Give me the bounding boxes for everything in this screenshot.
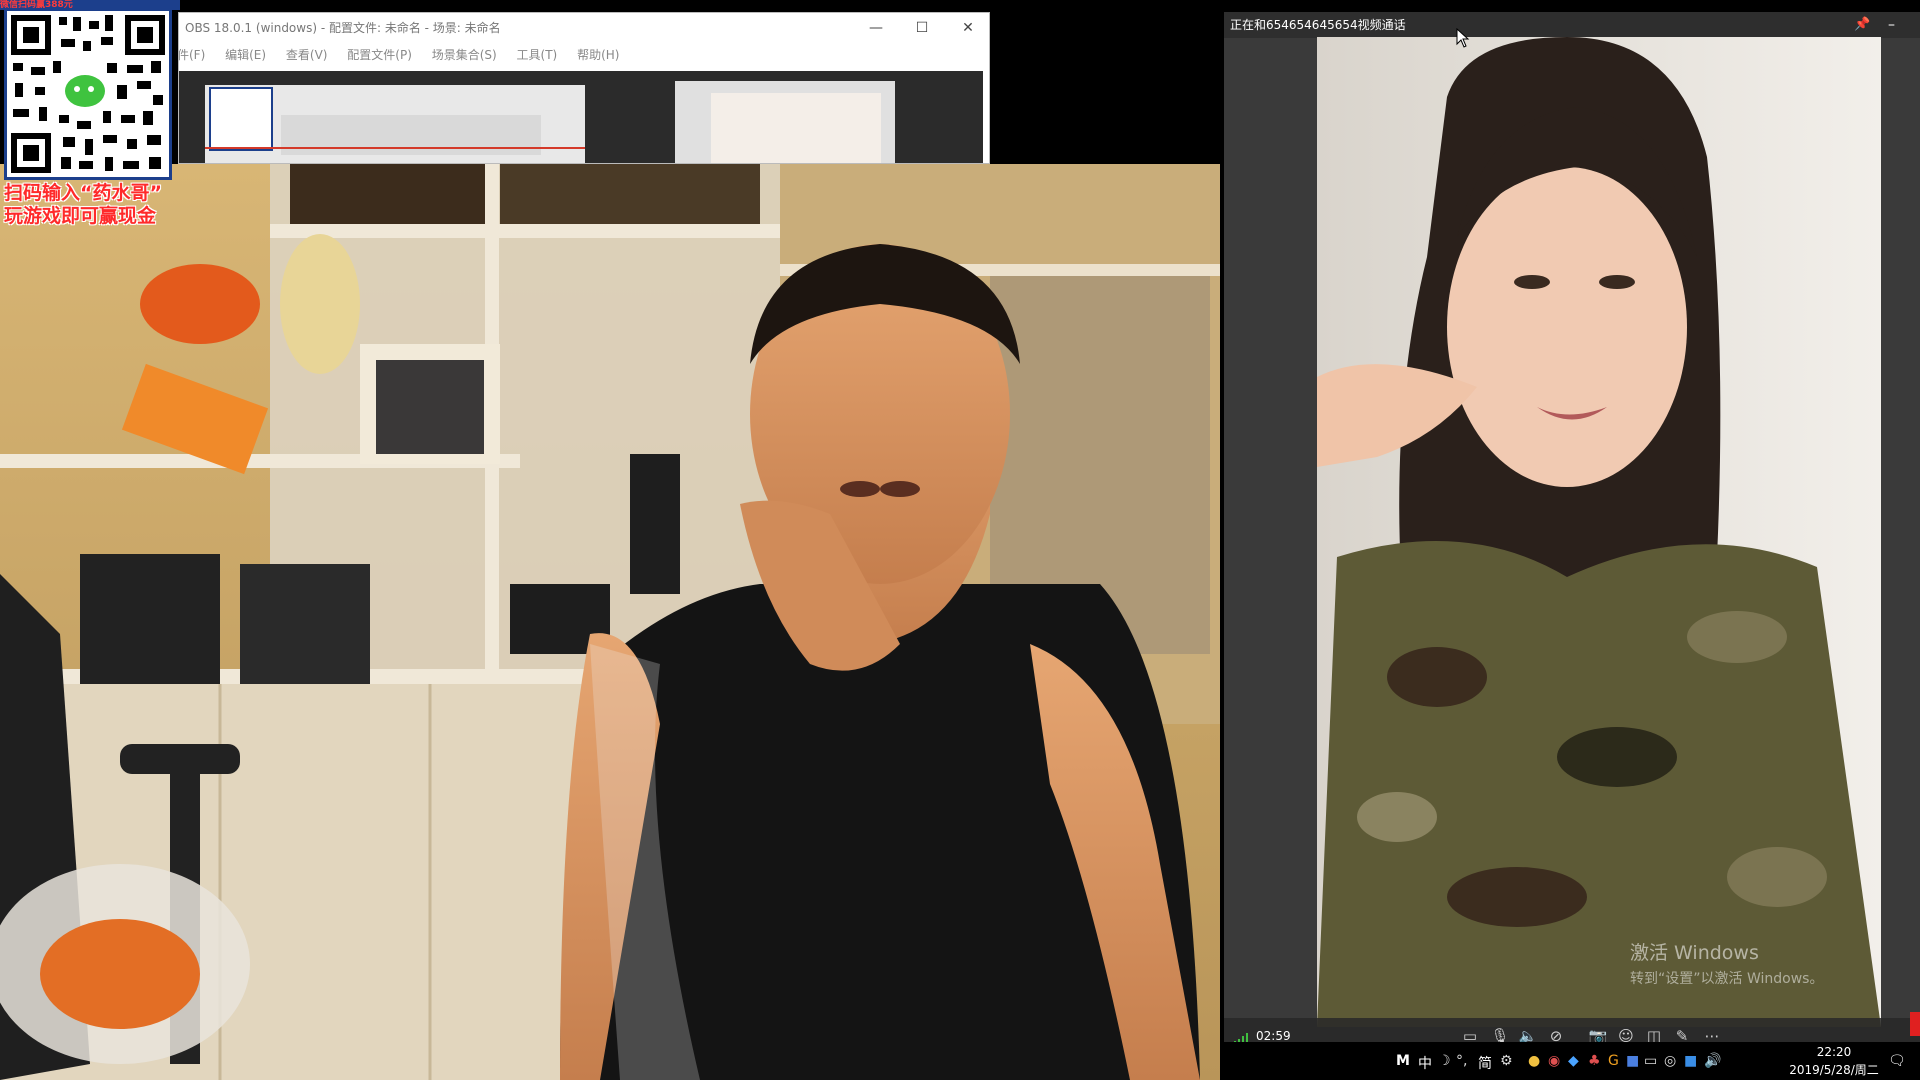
- call-window-title: 正在和654654645654视频通话: [1230, 18, 1406, 32]
- signal-strength-icon: [1234, 1030, 1250, 1045]
- menu-scene-collection[interactable]: 场景集合(S): [432, 43, 497, 67]
- volume-icon[interactable]: 🔊: [1704, 1053, 1721, 1069]
- call-thumbnail-video: [711, 93, 881, 163]
- app-tray-icon-5[interactable]: G: [1608, 1053, 1619, 1069]
- qr-caption-line1: 扫码输入“药水哥”: [4, 182, 162, 204]
- obs-close-button[interactable]: ✕: [945, 13, 989, 43]
- menu-tools[interactable]: 工具(T): [517, 43, 558, 67]
- qr-thumbnail: [209, 87, 273, 151]
- mouse-cursor-icon: [1456, 27, 1470, 52]
- clock-time[interactable]: 22:20: [1800, 1045, 1868, 1059]
- obs-titlebar[interactable]: OBS 18.0.1 (windows) - 配置文件: 未命名 - 场景: 未…: [179, 13, 989, 43]
- call-titlebar[interactable]: 正在和654654645654视频通话 📌 –: [1224, 12, 1920, 38]
- menu-view[interactable]: 查看(V): [286, 43, 328, 67]
- menu-file[interactable]: 文件(F): [179, 43, 205, 67]
- punctuation-icon[interactable]: °,: [1456, 1053, 1467, 1069]
- nested-window-thumbnail: [281, 115, 541, 155]
- obs-menubar: 文件(F) 编辑(E) 查看(V) 配置文件(P) 场景集合(S) 工具(T) …: [179, 43, 989, 67]
- network-icon[interactable]: ▭: [1644, 1053, 1657, 1069]
- app-tray-icon-6[interactable]: ■: [1626, 1053, 1639, 1069]
- app-tray-icon-2[interactable]: ◉: [1548, 1053, 1560, 1069]
- ime-simplified-indicator[interactable]: 简: [1478, 1053, 1492, 1073]
- obs-preview-scene: [205, 85, 585, 163]
- clock-date[interactable]: 2019/5/28/周二: [1772, 1061, 1896, 1078]
- ime-language-indicator[interactable]: 中: [1418, 1053, 1432, 1073]
- streamer-webcam-feed: [0, 164, 1220, 1080]
- obs-window-title: OBS 18.0.1 (windows) - 配置文件: 未命名 - 场景: 未…: [185, 21, 501, 35]
- activate-windows-hint: 转到“设置”以激活 Windows。: [1630, 971, 1824, 987]
- qr-caption-line2: 玩游戏即可赢现金: [4, 205, 157, 227]
- notification-icon[interactable]: 🗨: [1888, 1053, 1906, 1069]
- obs-preview-canvas[interactable]: [179, 71, 983, 163]
- app-tray-icon-4[interactable]: ♣: [1588, 1053, 1601, 1069]
- menu-edit[interactable]: 编辑(E): [225, 43, 266, 67]
- menu-profile[interactable]: 配置文件(P): [347, 43, 412, 67]
- menu-help[interactable]: 帮助(H): [577, 43, 619, 67]
- qr-code-image: [4, 8, 172, 180]
- ime-settings-icon[interactable]: ⚙: [1500, 1053, 1513, 1069]
- qr-caption: 扫码输入“药水哥” 玩游戏即可赢现金: [4, 182, 180, 228]
- moon-icon[interactable]: ☽: [1438, 1053, 1451, 1069]
- pin-icon[interactable]: 📌: [1854, 12, 1870, 38]
- obs-preview-call-thumbnail: [675, 81, 895, 163]
- call-minimize-button[interactable]: –: [1888, 12, 1895, 38]
- video-call-window[interactable]: 正在和654654645654视频通话 📌 – 02:59 ▭ 🎙 🔈 ⊘ 📷 …: [1224, 12, 1920, 1054]
- activate-windows-watermark: 激活 Windows: [1630, 942, 1759, 964]
- qr-code-overlay: 微信扫码赢388元 扫码输入“药水哥” 玩游戏即可赢现金: [0, 0, 180, 230]
- app-tray-icon-3[interactable]: ◆: [1568, 1053, 1579, 1069]
- system-tray: M 中 ☽ °, 简 ⚙ ● ◉ ◆ ♣ G ■ ▭ ◎ ■ 🔊 22:20 2…: [1224, 1042, 1920, 1080]
- recording-indicator: [1910, 1012, 1920, 1036]
- ime-mode-indicator[interactable]: M: [1396, 1053, 1410, 1069]
- remote-video-feed: [1317, 37, 1881, 1027]
- source-selection-outline: [205, 147, 585, 149]
- obs-minimize-button[interactable]: —: [853, 13, 899, 43]
- app-tray-icon-1[interactable]: ●: [1528, 1053, 1540, 1069]
- app-tray-icon-7[interactable]: ■: [1684, 1053, 1697, 1069]
- obs-maximize-button[interactable]: ☐: [899, 13, 945, 43]
- record-icon[interactable]: ◎: [1664, 1053, 1676, 1069]
- obs-window[interactable]: OBS 18.0.1 (windows) - 配置文件: 未命名 - 场景: 未…: [178, 12, 990, 164]
